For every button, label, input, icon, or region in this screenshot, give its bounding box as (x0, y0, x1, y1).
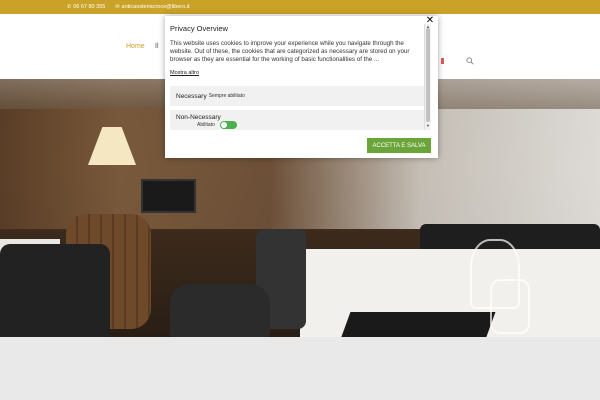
cookie-dialog-scrollbar[interactable]: ▲ ▼ (424, 24, 431, 130)
top-bar: ✆ 06 67 80 355 ✉ anticaosteriacroce@libe… (0, 0, 600, 14)
nav-item-hidden[interactable] (441, 58, 444, 64)
hero-water-glass (490, 279, 530, 334)
email-contact[interactable]: ✉ anticaosteriacroce@libero.it (115, 4, 189, 10)
cookie-category-non-necessary[interactable]: Non-Necessary Abilitato (170, 110, 424, 130)
hero-chair-front (170, 284, 270, 337)
search-icon[interactable] (466, 57, 474, 65)
necessary-status: Sempre abilitato (208, 93, 245, 99)
hero-tv (141, 179, 196, 213)
non-necessary-toggle[interactable] (220, 121, 237, 129)
below-hero-section (0, 337, 600, 400)
accept-and-save-button[interactable]: ACCETTA E SALVA (367, 138, 431, 153)
necessary-label: Necessary (176, 92, 207, 100)
toggle-knob (221, 122, 227, 128)
phone-icon: ✆ (67, 4, 72, 10)
phone-number: 06 67 80 355 (73, 4, 106, 10)
hero-chair-left (0, 244, 110, 337)
show-more-link[interactable]: Mostra altro (170, 70, 199, 76)
non-necessary-status: Abilitato (197, 122, 215, 128)
cookie-category-necessary[interactable]: Necessary Sempre abilitato (170, 86, 424, 106)
hero-menu-card (339, 312, 496, 337)
scrollbar-thumb[interactable] (426, 28, 430, 122)
email-address: anticaosteriacroce@libero.it (121, 4, 190, 10)
phone-contact[interactable]: ✆ 06 67 80 355 (67, 4, 105, 10)
nav-item-home[interactable]: Home (126, 43, 145, 50)
cookie-dialog-body: This website uses cookies to improve you… (170, 40, 410, 64)
cookie-dialog-title: Privacy Overview (170, 24, 228, 33)
mail-icon: ✉ (115, 4, 120, 10)
scroll-down-arrow-icon[interactable]: ▼ (425, 123, 431, 128)
non-necessary-label: Non-Necessary (176, 114, 221, 121)
nav-item-partial[interactable]: Il (155, 43, 159, 50)
